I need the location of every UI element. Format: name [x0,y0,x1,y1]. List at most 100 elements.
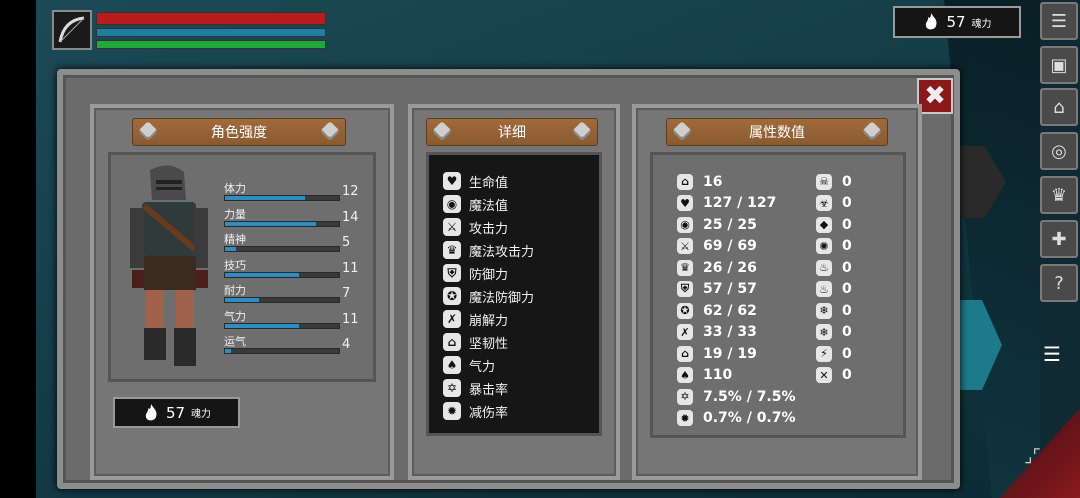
detail-item[interactable]: ⛨ 防御力 [443,262,508,284]
attribute-value: 33 / 33 [703,324,757,340]
stat-bar-fill [225,196,305,200]
detail-item[interactable]: ◉ 魔法值 [443,193,508,215]
detail-item[interactable]: ♥ 生命值 [443,170,508,192]
stat-bar [224,322,340,329]
equipped-weapon-slot[interactable] [52,10,92,50]
resistance-value-row: ♨ 0 [816,279,852,300]
attribute-value: 19 / 19 [703,345,757,362]
attribute-value: 25 / 25 [703,216,757,233]
detail-label: 防御力 [469,267,509,283]
lightning-resist-icon: ✕ [816,367,832,383]
lungs-icon: ♠ [677,367,693,383]
break-icon: ✗ [443,310,461,328]
detail-item[interactable]: ✡ 暴击率 [443,377,508,399]
frost-resist-icon: ❄ [816,324,832,340]
flame-icon [145,403,157,420]
fullscreen-icon[interactable]: ⌟⌜ [1024,446,1068,490]
mana-bar [96,28,326,37]
attribute-value-row: ✹ 0.7% / 0.7% [677,408,796,429]
help-button[interactable]: ? [1040,264,1078,302]
souls-label: 魂力 [191,409,212,420]
poison-icon: ☣ [816,195,832,211]
resistance-value-row: ♨ 0 [816,257,852,278]
question-icon: ? [1054,272,1064,294]
crown-icon: ♛ [677,259,693,276]
detail-label: 崩解力 [469,313,509,329]
detail-item[interactable]: ✗ 崩解力 [443,308,508,330]
bow-icon [58,16,85,43]
detail-item[interactable]: ♠ 气力 [443,354,495,376]
attribute-value-row: ⌂ 16 [677,171,722,192]
stat-value: 12 [342,184,359,199]
detail-item[interactable]: ✹ 减伤率 [443,400,508,422]
badge-icon: ✹ [443,402,461,420]
detail-label: 坚韧性 [469,336,509,352]
detail-label: 魔法值 [469,198,509,214]
gem-icon [572,121,592,141]
attribute-value: 0.7% / 0.7% [703,410,796,426]
attribute-value-row: ✡ 7.5% / 7.5% [677,386,796,407]
souls-counter: 57 魂力 [893,6,1021,38]
equipment-button[interactable]: ⌂ [1040,88,1078,126]
details-section-header: 详细 [426,118,598,146]
settings-button[interactable]: ✚ [1040,220,1078,258]
stat-row: 体力 12 [224,180,364,202]
star-icon: ✡ [677,388,693,405]
detail-item[interactable]: ✪ 魔法防御力 [443,285,534,307]
attribute-value-row: ⌂ 19 / 19 [677,343,757,364]
attribute-value: 57 / 57 [703,281,757,297]
resistance-value: 0 [842,324,852,340]
gem-icon [320,121,340,141]
attribute-value-row: ♛ 26 / 26 [677,257,757,278]
detail-item[interactable]: ⌂ 坚韧性 [443,331,508,353]
attribute-value: 7.5% / 7.5% [703,388,796,405]
helmet-icon: ⌂ [677,345,693,362]
close-button[interactable]: ✖ [917,78,953,114]
detail-label: 魔法防御力 [469,290,535,306]
resistance-value-row: ⚡ 0 [816,343,852,364]
character-button[interactable]: ♛ [1040,176,1078,214]
attribute-values-header: 属性数值 [666,118,888,146]
detail-label: 攻击力 [469,221,509,237]
stat-value: 5 [342,235,351,250]
stat-row: 运气 4 [224,333,364,355]
sword-icon: ⚔ [443,218,461,236]
frost-icon: ❄ [816,302,832,319]
brain-icon: ◉ [677,216,693,233]
stat-value: 4 [342,337,351,352]
lungs-icon: ♠ [443,356,461,374]
health-bar [96,12,326,25]
detail-label: 生命值 [469,175,509,191]
detail-label: 暴击率 [469,382,509,398]
stat-bar [224,246,340,252]
resistance-value: 0 [842,367,852,383]
attribute-value-row: ♠ 110 [677,365,732,386]
detail-item[interactable]: ♛ 魔法攻击力 [443,239,534,261]
stat-bar-fill [225,272,300,277]
stat-value: 14 [342,209,359,225]
detail-item[interactable]: ⚔ 攻击力 [443,216,508,238]
attribute-value-row: ⛨ 57 / 57 [677,279,757,300]
attribute-value-row: ✗ 33 / 33 [677,322,757,343]
stat-value: 11 [342,260,359,276]
puzzle-icon: ✚ [1051,228,1067,250]
badge-icon: ✹ [677,410,693,426]
character-section-title: 角色强度 [211,125,267,141]
inventory-button[interactable]: ▣ [1040,46,1078,84]
lightning-icon: ⚡ [816,345,832,362]
resistance-value: 0 [842,173,852,190]
bleed-icon: ◆ [816,216,832,233]
resistance-value-row: ❄ 0 [816,300,852,321]
stat-bar-fill [225,349,231,353]
system-menu-icon[interactable]: ☰ [1043,342,1061,366]
resistance-value: 0 [842,345,852,362]
attribute-values-title: 属性数值 [749,125,805,141]
stat-bar-fill [225,247,237,251]
sword-icon: ⚔ [677,238,693,254]
magic-shield-icon: ✪ [443,287,461,305]
stat-name: 耐力 [224,284,246,297]
list-menu-button[interactable]: ☰ [1040,2,1078,40]
stat-row: 技巧 11 [224,257,364,279]
resistance-value: 0 [842,302,852,319]
map-button[interactable]: ◎ [1040,132,1078,170]
